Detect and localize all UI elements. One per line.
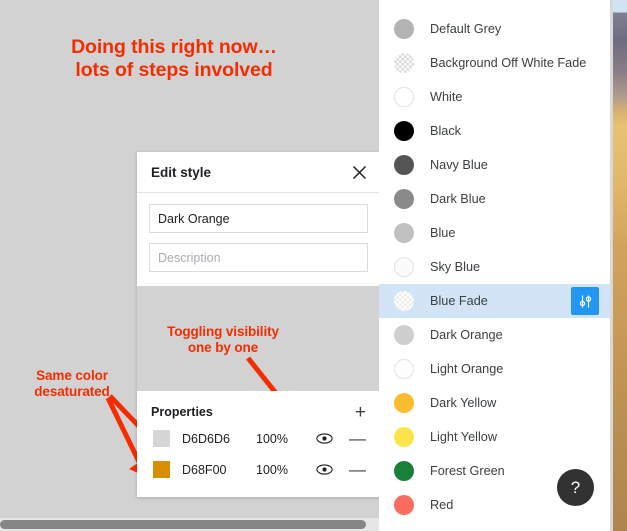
table-row[interactable]: D6D6D6 100% — [137,423,380,454]
close-icon[interactable] [349,162,369,182]
style-row-label: Forest Green [430,464,505,478]
style-description-input[interactable]: Description [149,243,368,272]
style-color-swatch [394,359,414,379]
remove-property-button[interactable]: — [349,430,366,447]
screenshot-root: Doing this right now… lots of steps invo… [0,0,627,531]
style-color-swatch [394,427,414,447]
property-hex-value: D6D6D6 [182,431,230,446]
add-property-button[interactable]: + [355,403,366,422]
style-color-swatch [394,53,414,73]
style-color-swatch [394,223,414,243]
style-row-dark-orange[interactable]: Dark Orange [379,318,613,352]
style-row-label: Blue Fade [430,294,488,308]
style-row-navy-blue[interactable]: Navy Blue [379,148,613,182]
property-opacity-value: 100% [256,431,288,446]
style-color-swatch [394,291,414,311]
edit-style-dialog: Edit style Dark Orange Description Prope… [137,152,380,497]
style-row-label: Navy Blue [430,158,488,172]
style-color-swatch [394,393,414,413]
eye-icon[interactable] [314,463,334,476]
style-row-blue-fade[interactable]: Blue Fade [379,284,613,318]
style-row-label: Dark Blue [430,192,486,206]
tune-sliders-icon[interactable] [571,287,599,315]
style-row-light-yellow[interactable]: Light Yellow [379,420,613,454]
horizontal-scrollbar-thumb[interactable] [0,520,366,529]
style-color-swatch [394,19,414,39]
style-row-light-orange[interactable]: Light Orange [379,352,613,386]
style-row-label: Default Grey [430,22,502,36]
style-row-label: Background Off White Fade [430,56,587,70]
style-row-label: Light Yellow [430,430,498,444]
style-row-dark-yellow[interactable]: Dark Yellow [379,386,613,420]
style-row-black[interactable]: Black [379,114,613,148]
eye-icon[interactable] [314,432,334,445]
dialog-body: Dark Orange Description [137,193,380,286]
table-row[interactable]: D68F00 100% — [137,454,380,485]
properties-card: Properties + D6D6D6 100% — D68F00 100% — [137,391,380,497]
style-row-sky-blue[interactable]: Sky Blue [379,250,613,284]
style-row-blue[interactable]: Blue [379,216,613,250]
property-opacity-value: 100% [256,462,288,477]
remove-property-button[interactable]: — [349,461,366,478]
property-color-swatch[interactable] [153,461,170,478]
style-row-label: Blue [430,226,456,240]
help-button[interactable]: ? [557,469,594,506]
style-row-label: Dark Orange [430,328,503,342]
style-row-background-off-white-fade[interactable]: Background Off White Fade [379,46,613,80]
horizontal-scrollbar[interactable] [0,518,379,531]
style-row-label: White [430,90,463,104]
style-color-swatch [394,87,414,107]
style-name-input[interactable]: Dark Orange [149,204,368,233]
style-row-white[interactable]: White [379,80,613,114]
dialog-title: Edit style [151,164,212,180]
style-color-swatch [394,495,414,515]
annotation-same-color-desaturated: Same color desaturated [34,368,110,399]
style-row-default-grey[interactable]: Default Grey [379,12,613,46]
style-color-swatch [394,257,414,277]
annotation-doing-this-right-now: Doing this right now… lots of steps invo… [71,36,277,81]
properties-label: Properties [151,405,213,419]
style-row-label: Sky Blue [430,260,481,274]
style-color-swatch [394,189,414,209]
property-hex-value: D68F00 [182,462,227,477]
property-color-swatch[interactable] [153,430,170,447]
style-color-swatch [394,325,414,345]
style-color-swatch [394,121,414,141]
style-row-dark-blue[interactable]: Dark Blue [379,182,613,216]
dialog-header: Edit style [137,152,380,193]
styles-panel: Default Grey Background Off White Fade Whi… [379,0,613,531]
style-color-swatch [394,461,414,481]
style-row-label: Black [430,124,462,138]
dialog-spacer [137,286,380,391]
properties-header: Properties + [137,401,380,423]
style-row-label: Light Orange [430,362,504,376]
style-row-label: Dark Yellow [430,396,497,410]
style-color-swatch [394,155,414,175]
question-mark-icon: ? [570,477,581,497]
desktop-wallpaper [613,0,627,531]
style-row-label: Red [430,498,454,512]
